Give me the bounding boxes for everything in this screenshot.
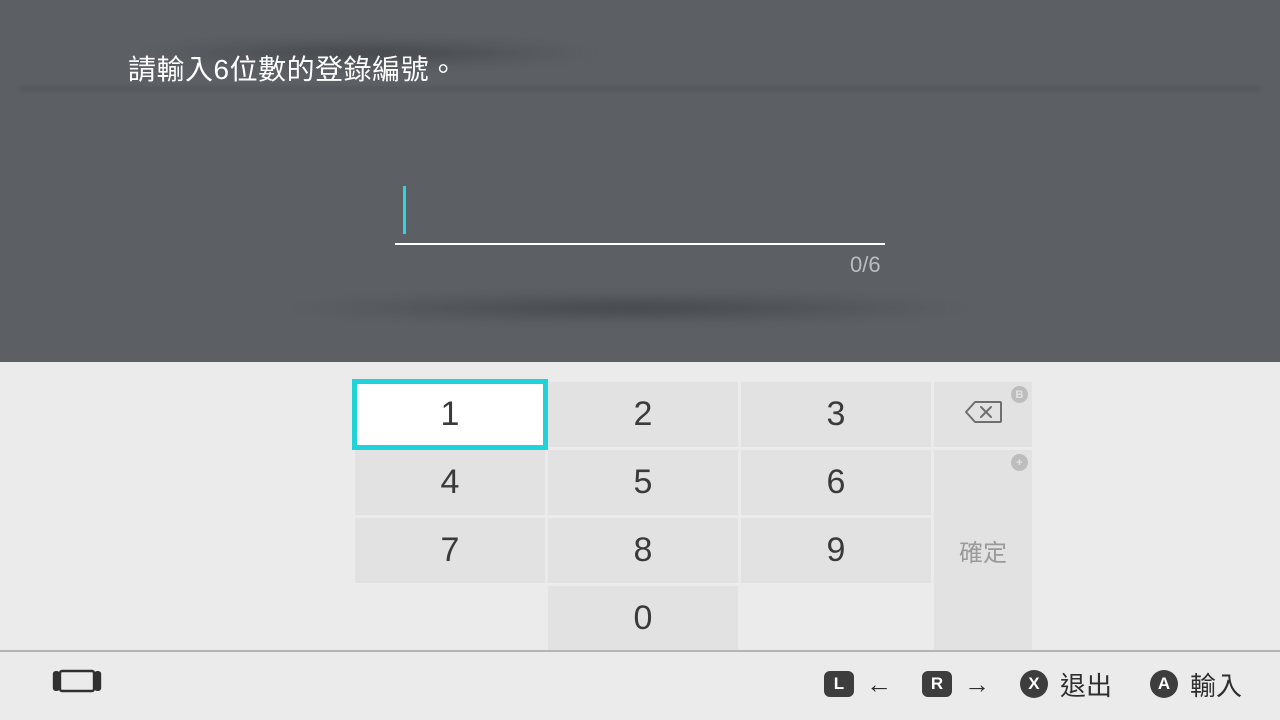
key-4[interactable]: 4 [355,450,545,515]
input-caret [403,186,406,234]
a-button-icon: A [1150,670,1178,698]
char-counter: 0/6 [850,252,881,278]
b-hint-badge: B [1011,386,1028,403]
key-1[interactable]: 1 [355,382,545,447]
key-3[interactable]: 3 [741,382,931,447]
confirm-button[interactable]: 確定 + [934,450,1032,651]
key-0[interactable]: 0 [548,586,738,651]
numeric-keypad: 1 2 3 4 5 6 7 8 9 0 [355,382,931,651]
blurred-divider [20,88,1260,90]
dimmed-background: 請輸入6位數的登錄編號。 0/6 [0,0,1280,362]
left-arrow-icon: ← [866,669,892,700]
confirm-label: 確定 [959,533,1007,568]
key-6[interactable]: 6 [741,450,931,515]
right-arrow-icon: → [964,669,990,700]
key-9[interactable]: 9 [741,518,931,583]
prompt-text: 請輸入6位數的登錄編號。 [128,48,458,88]
backspace-icon [964,400,1002,429]
key-2[interactable]: 2 [548,382,738,447]
exit-label: 退出 [1060,666,1112,703]
key-8[interactable]: 8 [548,518,738,583]
controller-icon [52,668,102,699]
key-5[interactable]: 5 [548,450,738,515]
key-7[interactable]: 7 [355,518,545,583]
enter-label: 輸入 [1190,666,1242,703]
footer-divider [0,650,1280,652]
plus-hint-badge: + [1011,454,1028,471]
footer-hints: L ← R → X 退出 A 輸入 [824,662,1242,706]
l-shoulder-icon: L [824,671,854,697]
blurred-text-2 [190,294,1070,322]
backspace-button[interactable]: B [934,382,1032,447]
x-button-icon: X [1020,670,1048,698]
r-shoulder-icon: R [922,671,952,697]
input-underline[interactable] [395,243,885,245]
keypad-side-column: B 確定 + [934,382,1032,651]
